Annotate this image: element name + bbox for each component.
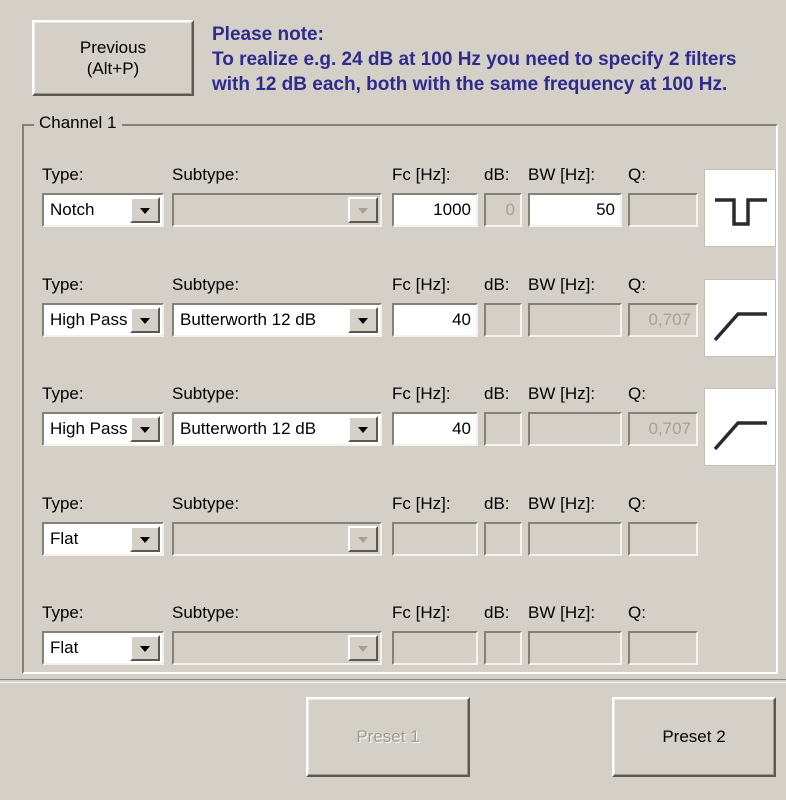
footer-divider bbox=[0, 679, 786, 683]
chevron-down-icon[interactable] bbox=[348, 197, 378, 223]
please-note-text: Please note: To realize e.g. 24 dB at 10… bbox=[212, 24, 737, 95]
chevron-down-icon[interactable] bbox=[348, 416, 378, 442]
row-0-fc-input-value: 1000 bbox=[433, 200, 471, 219]
row-2-highpass-response-icon bbox=[704, 388, 776, 466]
row-3-subtype-label: Subtype: bbox=[172, 494, 240, 513]
chevron-down-icon[interactable] bbox=[348, 307, 378, 333]
row-4-type-select-value: Flat bbox=[50, 638, 79, 657]
chevron-down-icon[interactable] bbox=[348, 526, 378, 552]
row-1-subtype-label: Subtype: bbox=[172, 275, 240, 294]
row-2-q-label: Q: bbox=[628, 384, 646, 403]
row-1-q-input[interactable]: 0,707 bbox=[628, 303, 698, 337]
row-1-subtype-select[interactable]: Butterworth 12 dB bbox=[172, 303, 382, 337]
preset-2-button[interactable]: Preset 2 bbox=[612, 697, 776, 777]
row-0-notch-response-icon bbox=[704, 169, 776, 247]
row-4-subtype-label: Subtype: bbox=[172, 603, 240, 622]
row-1-q-input-value: 0,707 bbox=[648, 310, 691, 329]
row-0-db-input[interactable]: 0 bbox=[484, 193, 522, 227]
chevron-down-icon[interactable] bbox=[130, 635, 160, 661]
row-4-type-select[interactable]: Flat bbox=[42, 631, 164, 665]
row-3-type-select[interactable]: Flat bbox=[42, 522, 164, 556]
row-1-type-label: Type: bbox=[42, 275, 84, 294]
row-1-bw-input[interactable] bbox=[528, 303, 622, 337]
row-0-subtype-label: Subtype: bbox=[172, 165, 240, 184]
row-0-bw-input[interactable]: 50 bbox=[528, 193, 622, 227]
row-3-fc-input[interactable] bbox=[392, 522, 478, 556]
row-1-fc-label: Fc [Hz]: bbox=[392, 275, 451, 294]
row-0-type-select-value: Notch bbox=[50, 200, 95, 219]
row-2-fc-input-value: 40 bbox=[452, 419, 471, 438]
row-3-subtype-select[interactable] bbox=[172, 522, 382, 556]
row-2-q-input[interactable]: 0,707 bbox=[628, 412, 698, 446]
row-4-bw-label: BW [Hz]: bbox=[528, 603, 596, 622]
row-3-type-label: Type: bbox=[42, 494, 84, 513]
preset-2-label: Preset 2 bbox=[662, 727, 726, 747]
row-0-db-input-value: 0 bbox=[505, 200, 515, 219]
row-0-fc-label: Fc [Hz]: bbox=[392, 165, 451, 184]
row-2-type-label: Type: bbox=[42, 384, 84, 403]
preset-1-label: Preset 1 bbox=[356, 727, 420, 747]
row-0-bw-input-value: 50 bbox=[596, 200, 615, 219]
row-3-db-input[interactable] bbox=[484, 522, 522, 556]
row-1-fc-input[interactable]: 40 bbox=[392, 303, 478, 337]
row-4-type-label: Type: bbox=[42, 603, 84, 622]
row-4-fc-label: Fc [Hz]: bbox=[392, 603, 451, 622]
row-1-q-label: Q: bbox=[628, 275, 646, 294]
chevron-down-icon[interactable] bbox=[130, 526, 160, 552]
row-1-fc-input-value: 40 bbox=[452, 310, 471, 329]
row-4-db-label: dB: bbox=[484, 603, 510, 622]
row-2-type-select[interactable]: High Pass bbox=[42, 412, 164, 446]
row-1-db-label: dB: bbox=[484, 275, 510, 294]
row-2-subtype-select-value: Butterworth 12 dB bbox=[180, 419, 317, 438]
row-1-highpass-response-icon bbox=[704, 279, 776, 357]
row-3-db-label: dB: bbox=[484, 494, 510, 513]
chevron-down-icon[interactable] bbox=[130, 197, 160, 223]
preset-1-button[interactable]: Preset 1 bbox=[306, 697, 470, 777]
row-3-bw-label: BW [Hz]: bbox=[528, 494, 596, 513]
row-3-fc-label: Fc [Hz]: bbox=[392, 494, 451, 513]
row-3-q-label: Q: bbox=[628, 494, 646, 513]
row-4-fc-input[interactable] bbox=[392, 631, 478, 665]
row-3-type-select-value: Flat bbox=[50, 529, 79, 548]
row-1-db-input[interactable] bbox=[484, 303, 522, 337]
row-2-subtype-label: Subtype: bbox=[172, 384, 240, 403]
row-4-db-input[interactable] bbox=[484, 631, 522, 665]
row-0-type-label: Type: bbox=[42, 165, 84, 184]
row-1-subtype-select-value: Butterworth 12 dB bbox=[180, 310, 317, 329]
row-4-bw-input[interactable] bbox=[528, 631, 622, 665]
row-4-q-label: Q: bbox=[628, 603, 646, 622]
row-1-type-select[interactable]: High Pass bbox=[42, 303, 164, 337]
row-2-type-select-value: High Pass bbox=[50, 419, 128, 438]
channel-group-title: Channel 1 bbox=[34, 113, 122, 133]
row-0-subtype-select[interactable] bbox=[172, 193, 382, 227]
row-4-q-input[interactable] bbox=[628, 631, 698, 665]
row-2-fc-input[interactable]: 40 bbox=[392, 412, 478, 446]
row-2-q-input-value: 0,707 bbox=[648, 419, 691, 438]
previous-button-label: Previous (Alt+P) bbox=[79, 37, 147, 78]
previous-button[interactable]: Previous (Alt+P) bbox=[32, 20, 194, 96]
row-2-bw-input[interactable] bbox=[528, 412, 622, 446]
row-1-bw-label: BW [Hz]: bbox=[528, 275, 596, 294]
row-2-db-input[interactable] bbox=[484, 412, 522, 446]
chevron-down-icon[interactable] bbox=[348, 635, 378, 661]
row-3-bw-input[interactable] bbox=[528, 522, 622, 556]
row-2-subtype-select[interactable]: Butterworth 12 dB bbox=[172, 412, 382, 446]
chevron-down-icon[interactable] bbox=[130, 307, 160, 333]
row-0-type-select[interactable]: Notch bbox=[42, 193, 164, 227]
chevron-down-icon[interactable] bbox=[130, 416, 160, 442]
row-4-subtype-select[interactable] bbox=[172, 631, 382, 665]
row-0-bw-label: BW [Hz]: bbox=[528, 165, 596, 184]
row-2-bw-label: BW [Hz]: bbox=[528, 384, 596, 403]
row-0-q-label: Q: bbox=[628, 165, 646, 184]
row-3-q-input[interactable] bbox=[628, 522, 698, 556]
row-2-fc-label: Fc [Hz]: bbox=[392, 384, 451, 403]
row-2-db-label: dB: bbox=[484, 384, 510, 403]
row-0-q-input[interactable] bbox=[628, 193, 698, 227]
row-0-db-label: dB: bbox=[484, 165, 510, 184]
row-1-type-select-value: High Pass bbox=[50, 310, 128, 329]
row-0-fc-input[interactable]: 1000 bbox=[392, 193, 478, 227]
